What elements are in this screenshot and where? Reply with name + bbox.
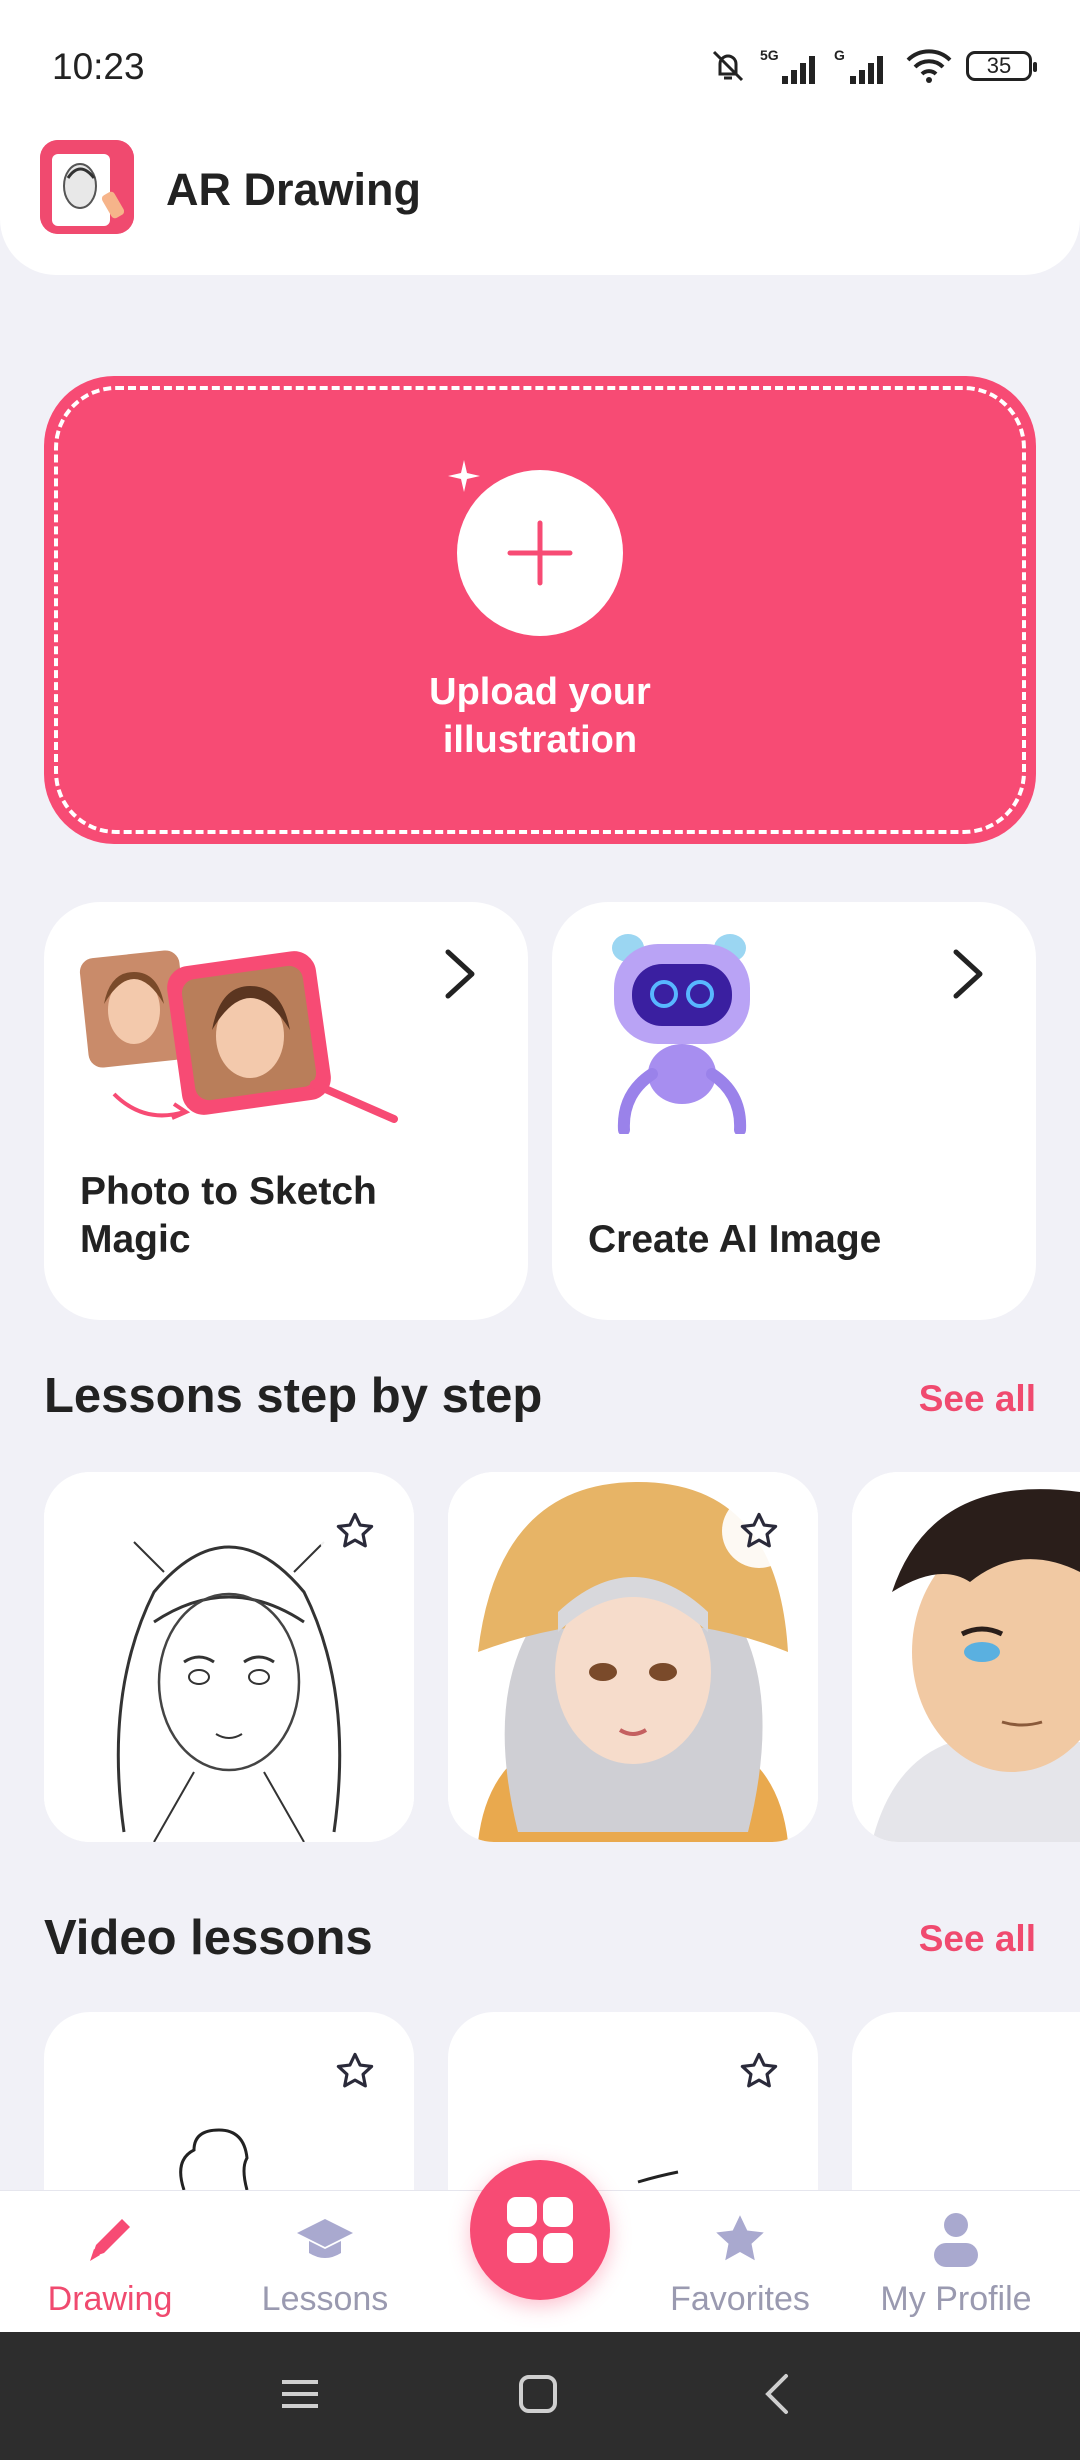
lesson-thumbnail-anime-man: [852, 1472, 1080, 1842]
star-icon: [716, 2215, 764, 2261]
upload-illustration-card[interactable]: Upload your illustration: [44, 376, 1036, 844]
nav-drawing[interactable]: Drawing: [10, 2209, 210, 2319]
menu-icon[interactable]: [278, 2372, 322, 2416]
home-square-icon[interactable]: [516, 2372, 560, 2416]
videos-see-all-link[interactable]: See all: [919, 1918, 1036, 1960]
status-time: 10:23: [52, 46, 145, 87]
lesson-card[interactable]: [852, 1472, 1080, 1842]
upload-label: Upload your illustration: [429, 671, 651, 761]
lesson-card[interactable]: [448, 1472, 818, 1842]
sparkle-icon: [448, 460, 480, 492]
chevron-right-icon: [953, 949, 983, 999]
grid-icon: [507, 2197, 573, 2263]
lesson-card[interactable]: [44, 1472, 414, 1842]
create-ai-image-card[interactable]: Create AI Image: [552, 902, 1036, 1320]
app-header: 10:23 5G G 35 AR Drawing: [0, 0, 1080, 275]
plus-icon: [507, 520, 573, 586]
favorite-star-button[interactable]: [318, 1494, 392, 1568]
nav-center-menu-button[interactable]: [470, 2160, 610, 2300]
video-card[interactable]: [44, 2012, 414, 2190]
signal-g-icon: G: [834, 47, 883, 84]
nav-lessons[interactable]: Lessons: [225, 2209, 425, 2319]
status-icons: 5G G 35: [708, 46, 1037, 86]
photo-to-sketch-illustration: [79, 950, 398, 1123]
nav-drawing-label: Drawing: [47, 2280, 173, 2318]
mute-bell-icon: [712, 50, 744, 82]
pencil-icon: [90, 2219, 130, 2261]
star-outline-icon: [740, 1512, 778, 1548]
favorite-star-button[interactable]: [318, 2034, 392, 2108]
photo-to-sketch-card[interactable]: Photo to Sketch Magic: [44, 902, 528, 1320]
graduation-cap-icon: [297, 2219, 353, 2258]
video-lessons-section-title: Video lessons: [44, 1911, 373, 1965]
app-title: AR Drawing: [166, 164, 422, 215]
system-navigation-bar: [0, 2332, 1080, 2460]
battery-indicator: 35: [966, 51, 1037, 81]
back-icon[interactable]: [756, 2372, 800, 2416]
app-logo: [40, 140, 134, 234]
signal-5g-icon: 5G: [760, 47, 815, 84]
video-card[interactable]: [852, 2012, 1080, 2190]
nav-my-profile[interactable]: My Profile: [856, 2209, 1056, 2319]
wifi-icon: [906, 49, 952, 83]
create-ai-image-label: Create AI Image: [588, 1218, 882, 1261]
user-icon: [934, 2213, 978, 2267]
photo-to-sketch-label: Photo to Sketch Magic: [80, 1170, 377, 1261]
upload-plus-button[interactable]: [457, 470, 623, 636]
chevron-right-icon: [445, 949, 475, 999]
star-outline-icon: [336, 2052, 374, 2088]
favorite-star-button[interactable]: [722, 2034, 796, 2108]
robot-illustration: [612, 934, 750, 1134]
star-outline-icon: [336, 1512, 374, 1548]
nav-favorites-label: Favorites: [670, 2280, 810, 2318]
network-b-label: G: [834, 47, 845, 63]
nav-lessons-label: Lessons: [261, 2280, 389, 2318]
video-card[interactable]: [448, 2012, 818, 2190]
nav-my-profile-label: My Profile: [880, 2280, 1032, 2318]
lessons-see-all-link[interactable]: See all: [919, 1378, 1036, 1420]
nav-favorites[interactable]: Favorites: [640, 2209, 840, 2319]
star-outline-icon: [740, 2052, 778, 2088]
lessons-section-title: Lessons step by step: [44, 1369, 543, 1423]
favorite-star-button[interactable]: [722, 1494, 796, 1568]
network-a-label: 5G: [760, 47, 779, 63]
